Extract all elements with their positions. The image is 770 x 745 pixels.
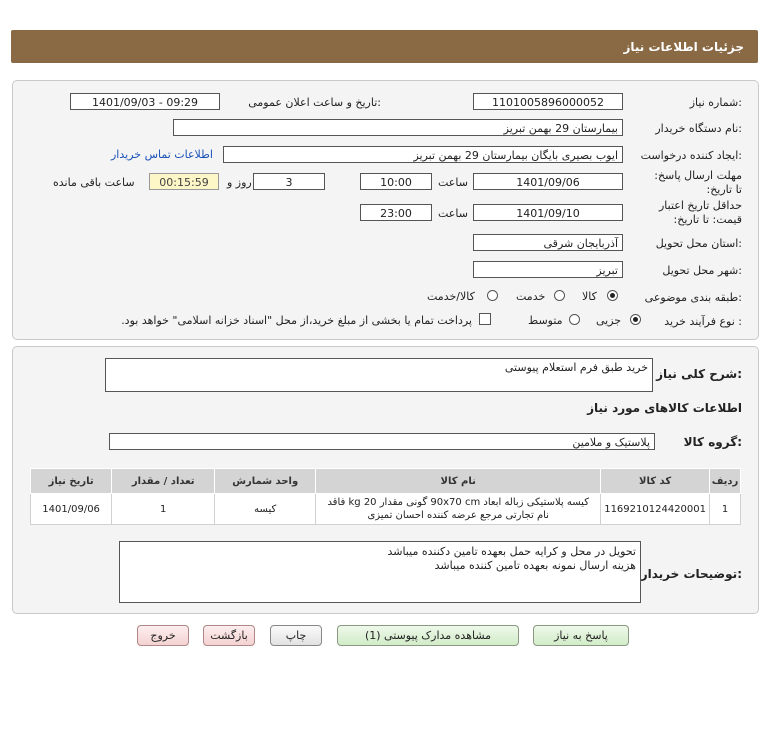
items-panel: شرح کلی نیاز: خرید طبق فرم استعلام پیوست…	[12, 346, 759, 614]
days-label: روز و	[227, 176, 252, 189]
process-option-minor: جزیی	[596, 314, 622, 327]
col-code: کد کالا	[600, 468, 710, 494]
category-option-goods: کالا	[582, 290, 597, 303]
group-field: پلاستیک و ملامین	[109, 433, 655, 450]
buyer-org-field: بیمارستان 29 بهمن تبریز	[173, 119, 623, 136]
process-radio-minor[interactable]	[630, 314, 641, 325]
announce-field: 1401/09/03 - 09:29	[70, 93, 220, 110]
payment-checkbox[interactable]	[479, 313, 491, 325]
validity-time-field: 23:00	[360, 204, 432, 221]
summary-field: خرید طبق فرم استعلام پیوستی	[105, 358, 653, 392]
col-qty: تعداد / مقدار	[111, 468, 216, 494]
back-button[interactable]: بازگشت	[203, 625, 255, 646]
buyer-notes-field: تحویل در محل و کرایه حمل بعهده تامین دکن…	[119, 541, 641, 603]
buyer-org-label: نام دستگاه خریدار:	[655, 122, 742, 135]
cell-date: 1401/09/06	[29, 493, 113, 525]
process-option-medium: متوسط	[528, 314, 563, 327]
page-title: جزئیات اطلاعات نیاز	[623, 40, 744, 54]
requester-field: ایوب بصیری بایگان بیمارستان 29 بهمن تبری…	[223, 146, 623, 163]
announce-label: تاریخ و ساعت اعلان عمومی:	[248, 96, 381, 109]
category-option-service: خدمت	[516, 290, 546, 303]
need-details-panel: شماره نیاز: 1101005896000052 تاریخ و ساع…	[12, 80, 759, 340]
payment-note: پرداخت تمام یا بخشی از مبلغ خرید،از محل …	[121, 314, 472, 327]
buyer-notes-line1: تحویل در محل و کرایه حمل بعهده تامین دکن…	[387, 545, 636, 558]
print-button[interactable]: چاپ	[270, 625, 322, 646]
city-field: تبریز	[473, 261, 623, 278]
items-section-title: اطلاعات کالاهای مورد نیاز	[587, 401, 742, 415]
need-number-label: شماره نیاز:	[689, 96, 742, 109]
validity-label: حداقل تاریخ اعتبار قیمت: تا تاریخ:	[658, 199, 742, 226]
attachments-button[interactable]: مشاهده مدارک پیوستی (1)	[337, 625, 519, 646]
cell-name-line2: نام تجارتی مرجع عرضه کننده احسان تمیزی	[367, 510, 549, 521]
remaining-time-field: 00:15:59	[149, 173, 219, 190]
category-radio-goods[interactable]	[607, 290, 618, 301]
items-table: ردیف کد کالا نام کالا واحد شمارش تعداد /…	[29, 468, 741, 525]
col-row: ردیف	[709, 468, 741, 494]
deadline-label: مهلت ارسال پاسخ: تا تاریخ:	[654, 169, 742, 196]
summary-label: شرح کلی نیاز:	[656, 367, 742, 381]
cell-name: کیسه پلاستیکی زباله ابعاد 90x70 cm گونی …	[315, 493, 602, 525]
col-unit: واحد شمارش	[214, 468, 317, 494]
process-label: نوع فرآیند خرید :	[664, 315, 742, 328]
process-radio-medium[interactable]	[569, 314, 580, 325]
days-field: 3	[253, 173, 325, 190]
deadline-date-field: 1401/09/06	[473, 173, 623, 190]
category-radio-goods-service[interactable]	[487, 290, 498, 301]
table-row: 1 1169210124420001 کیسه پلاستیکی زباله ا…	[29, 493, 741, 525]
category-option-goods-service: کالا/خدمت	[427, 290, 475, 303]
province-field: آذربایجان شرقی	[473, 234, 623, 251]
cell-unit: کیسه	[214, 493, 317, 525]
need-number-field: 1101005896000052	[473, 93, 623, 110]
category-radio-service[interactable]	[554, 290, 565, 301]
validity-time-label: ساعت	[438, 207, 468, 220]
col-name: نام کالا	[315, 468, 602, 494]
col-date: تاریخ نیاز	[29, 468, 113, 494]
buyer-notes-line2: هزینه ارسال نمونه بعهده تامین کننده میبا…	[434, 559, 636, 572]
city-label: شهر محل تحویل:	[662, 264, 742, 277]
cell-row: 1	[709, 493, 741, 525]
buyer-contact-link[interactable]: اطلاعات تماس خریدار	[111, 148, 213, 161]
province-label: استان محل تحویل:	[655, 237, 742, 250]
reply-button[interactable]: پاسخ به نیاز	[533, 625, 629, 646]
remaining-label: ساعت باقی مانده	[53, 176, 135, 189]
page-title-bar: جزئیات اطلاعات نیاز	[11, 30, 758, 63]
cell-name-line1: کیسه پلاستیکی زباله ابعاد 90x70 cm گونی …	[327, 497, 589, 508]
requester-label: ایجاد کننده درخواست:	[640, 149, 742, 162]
deadline-time-field: 10:00	[360, 173, 432, 190]
table-header-row: ردیف کد کالا نام کالا واحد شمارش تعداد /…	[29, 468, 741, 494]
deadline-time-label: ساعت	[438, 176, 468, 189]
cell-code: 1169210124420001	[600, 493, 710, 525]
validity-date-field: 1401/09/10	[473, 204, 623, 221]
cell-qty: 1	[111, 493, 216, 525]
exit-button[interactable]: خروج	[137, 625, 189, 646]
group-label: گروه کالا:	[683, 435, 742, 449]
buyer-notes-label: توضیحات خریدار:	[640, 567, 742, 581]
category-label: طبقه بندی موضوعی:	[644, 291, 742, 304]
